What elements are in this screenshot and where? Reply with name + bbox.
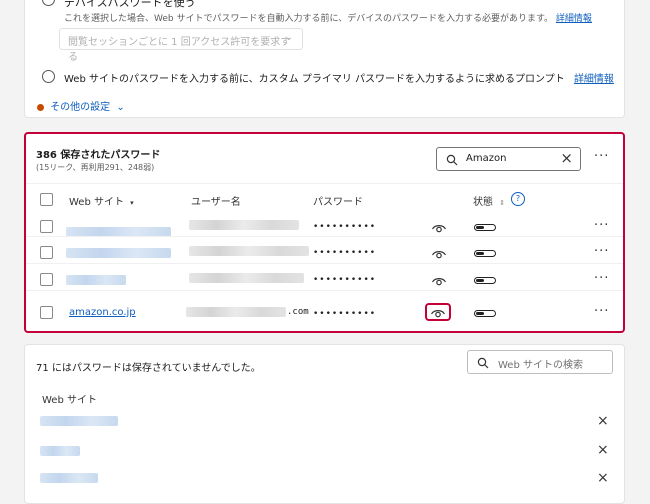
row-divider: [26, 236, 623, 237]
column-password: パスワード: [313, 197, 363, 208]
row-more-button[interactable]: ···: [594, 304, 609, 319]
saved-passwords-more-button[interactable]: ···: [594, 149, 609, 164]
sort-down-icon: ▾: [130, 199, 134, 207]
never-saved-title: 71 にはパスワードは保存されていませんでした。: [36, 363, 261, 374]
device-password-desc-text: これを選択した場合、Web サイトでパスワードを自動入力する前に、デバイスのパス…: [64, 14, 554, 24]
column-website[interactable]: Web サイト ▾: [69, 193, 134, 208]
row-more-button[interactable]: ···: [594, 271, 609, 286]
custom-password-radio[interactable]: [42, 70, 55, 83]
show-password-button-highlight[interactable]: [425, 303, 451, 321]
select-all-checkbox[interactable]: [40, 193, 53, 206]
device-password-desc: これを選択した場合、Web サイトでパスワードを自動入力する前に、デバイスのパス…: [64, 11, 592, 24]
username-redacted: [189, 220, 299, 230]
search-icon: [446, 154, 458, 166]
username-redacted: [189, 246, 309, 256]
chevron-down-icon: ⌄: [116, 102, 125, 113]
column-username: ユーザー名: [191, 197, 241, 208]
row-checkbox[interactable]: [40, 306, 53, 319]
site-search-box[interactable]: Web サイトの検索: [467, 350, 613, 374]
show-password-eye-icon[interactable]: [431, 248, 447, 260]
column-status-label: 状態: [473, 197, 493, 208]
show-password-eye-icon[interactable]: [430, 307, 446, 319]
password-search-input[interactable]: Amazon: [466, 153, 506, 164]
details-link-2[interactable]: 詳細情報: [574, 74, 614, 85]
never-saved-column-website: Web サイト: [42, 395, 97, 406]
row-more-button[interactable]: ···: [594, 218, 609, 233]
row-more-button[interactable]: ···: [594, 244, 609, 259]
remove-site-icon[interactable]: ×: [597, 470, 609, 486]
site-link-amazon[interactable]: amazon.co.jp: [69, 307, 136, 318]
saved-passwords-title: 386 保存されたパスワード: [36, 150, 161, 161]
remove-site-icon[interactable]: ×: [597, 442, 609, 458]
device-password-label: デバイスパスワードを使う: [64, 0, 196, 9]
row-divider: [26, 290, 623, 291]
warning-dot-icon: [37, 103, 44, 111]
details-link[interactable]: 詳細情報: [556, 14, 592, 24]
frequency-dropdown-value: 閲覧セッションごとに 1 回アクセス許可を要求する: [68, 37, 291, 63]
site-search-input[interactable]: Web サイトの検索: [498, 356, 583, 371]
username-redacted: [189, 273, 304, 283]
site-redacted: [66, 248, 171, 258]
device-password-radio[interactable]: [42, 0, 55, 6]
chevron-down-icon: ⌄: [284, 32, 293, 43]
site-redacted: [40, 446, 80, 456]
show-password-eye-icon[interactable]: [431, 222, 447, 234]
custom-password-label: Web サイトのパスワードを入力する前に、カスタム プライマリ パスワードを入力…: [64, 74, 565, 85]
username-suffix: .com: [287, 307, 309, 317]
saved-passwords-subtitle: (15リーク、再利用291、248弱): [36, 163, 155, 172]
column-status[interactable]: 状態 ⇕: [473, 193, 505, 208]
show-password-eye-icon[interactable]: [431, 275, 447, 287]
column-website-label: Web サイト: [69, 197, 124, 208]
search-icon: [477, 357, 489, 369]
sort-icon: ⇕: [499, 199, 506, 207]
password-search-box[interactable]: Amazon ×: [436, 147, 581, 171]
password-masked: ••••••••••: [313, 222, 377, 232]
help-icon[interactable]: ?: [511, 192, 525, 206]
remove-site-icon[interactable]: ×: [597, 413, 609, 429]
row-divider: [26, 263, 623, 264]
site-redacted: [66, 275, 126, 285]
row-checkbox[interactable]: [40, 273, 53, 286]
health-status-indicator: [474, 224, 496, 231]
header-divider: [26, 183, 623, 184]
custom-password-label-row: Web サイトのパスワードを入力する前に、カスタム プライマリ パスワードを入力…: [64, 70, 614, 85]
row-checkbox[interactable]: [40, 246, 53, 259]
clear-search-icon[interactable]: ×: [560, 149, 573, 167]
password-masked: ••••••••••: [313, 275, 377, 285]
username-redacted: [186, 307, 286, 317]
more-settings-toggle[interactable]: その他の設定 ⌄: [37, 98, 125, 113]
password-masked: ••••••••••: [313, 248, 377, 258]
never-saved-card: 71 にはパスワードは保存されていませんでした。 Web サイトの検索 Web …: [24, 344, 625, 504]
site-redacted: [40, 473, 98, 483]
more-settings-label: その他の設定: [50, 102, 111, 113]
password-masked: ••••••••••: [313, 309, 377, 319]
health-status-indicator: [474, 310, 496, 317]
row-checkbox[interactable]: [40, 220, 53, 233]
health-status-indicator: [474, 250, 496, 257]
site-redacted: [40, 416, 118, 426]
health-status-indicator: [474, 277, 496, 284]
frequency-dropdown[interactable]: 閲覧セッションごとに 1 回アクセス許可を要求する ⌄: [59, 28, 303, 63]
saved-passwords-card: 386 保存されたパスワード (15リーク、再利用291、248弱) Amazo…: [24, 132, 625, 333]
password-settings-card: デバイスパスワードを使う これを選択した場合、Web サイトでパスワードを自動入…: [24, 0, 625, 118]
